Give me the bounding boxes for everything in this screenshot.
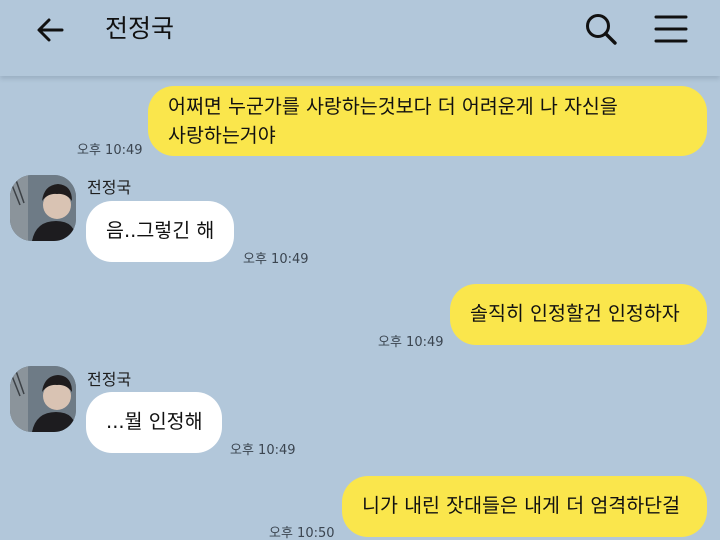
- avatar[interactable]: [10, 366, 76, 432]
- profile-photo-icon: [10, 366, 76, 432]
- other-message-bubble[interactable]: ...뭘 인정해: [86, 392, 222, 453]
- message-time: 오후 10:49: [77, 143, 143, 158]
- my-message-bubble[interactable]: 니가 내린 잣대들은 내게 더 엄격하단걸: [342, 476, 707, 537]
- message-text-line: 사랑하는거야: [168, 124, 276, 147]
- message-text-line: 어쩌면 누군가를 사랑하는것보다 더 어려운게 나 자신을: [168, 95, 618, 118]
- avatar[interactable]: [10, 175, 76, 241]
- message-time: 오후 10:50: [269, 526, 335, 540]
- sender-name: 전정국: [87, 370, 132, 389]
- search-icon: [586, 14, 617, 45]
- back-button[interactable]: [30, 10, 70, 50]
- message-time: 오후 10:49: [230, 443, 296, 458]
- message-time: 오후 10:49: [378, 335, 444, 350]
- chat-title: 전정국: [105, 14, 175, 43]
- chat-header: 전정국: [0, 0, 720, 76]
- profile-photo-icon: [10, 175, 76, 241]
- arrow-left-icon: [37, 18, 64, 42]
- message-time: 오후 10:49: [243, 252, 309, 267]
- hamburger-menu-icon: [654, 15, 688, 43]
- my-message-bubble[interactable]: 솔직히 인정할건 인정하자: [450, 284, 707, 345]
- other-message-bubble[interactable]: 음..그렇긴 해: [86, 201, 234, 262]
- menu-button[interactable]: [650, 8, 692, 50]
- sender-name: 전정국: [87, 178, 132, 197]
- my-message-bubble[interactable]: 어쩌면 누군가를 사랑하는것보다 더 어려운게 나 자신을 사랑하는거야: [148, 86, 707, 156]
- search-button[interactable]: [580, 8, 622, 50]
